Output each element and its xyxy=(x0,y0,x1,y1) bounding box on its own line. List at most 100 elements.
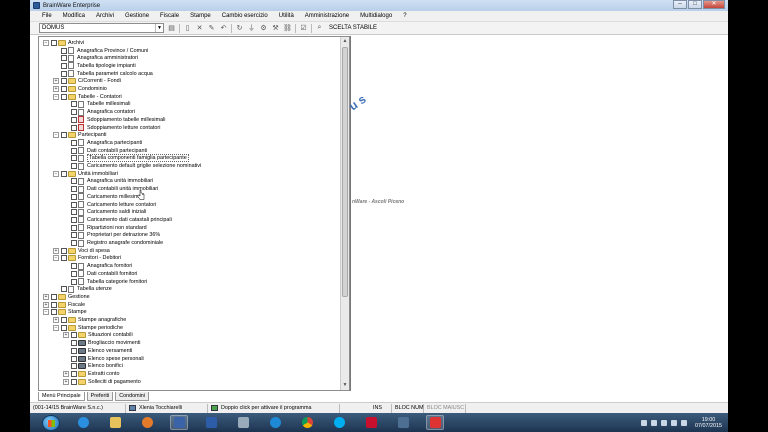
collapse-icon[interactable]: − xyxy=(43,39,49,46)
tree-checkbox[interactable] xyxy=(71,378,77,385)
tree-node[interactable]: + Situazioni contabili xyxy=(63,332,133,340)
tray-volume-icon[interactable] xyxy=(671,419,678,426)
tree-checkbox[interactable] xyxy=(51,293,57,300)
menu-item-help[interactable]: ? xyxy=(403,13,406,19)
tree-checkbox[interactable] xyxy=(71,270,77,277)
tree-checkbox[interactable] xyxy=(71,124,77,131)
tree-checkbox[interactable] xyxy=(61,255,67,262)
menu-item-utilit[interactable]: Utilità xyxy=(279,13,294,19)
tree-node[interactable]: + Solleciti di pagamento xyxy=(63,378,141,386)
tree-node[interactable]: Caricamento saldi iniziali xyxy=(63,208,146,216)
tree-checkbox[interactable] xyxy=(71,232,77,239)
scrollbar-thumb[interactable] xyxy=(342,47,348,297)
tree-checkbox[interactable] xyxy=(61,62,67,69)
tree-checkbox[interactable] xyxy=(71,163,77,170)
tree-checkbox[interactable] xyxy=(71,147,77,154)
taskbar-acrobat-icon[interactable] xyxy=(362,415,380,430)
taskbar-edge-icon[interactable] xyxy=(266,415,284,430)
collapse-icon[interactable]: − xyxy=(53,132,59,139)
tree-checkbox[interactable] xyxy=(71,139,77,146)
taskbar-clock[interactable]: 19:00 07/07/2015 xyxy=(695,417,722,429)
tree-checkbox[interactable] xyxy=(71,109,77,116)
tree-checkbox[interactable] xyxy=(51,309,57,316)
expand-icon[interactable]: + xyxy=(53,78,59,85)
tree-node[interactable]: Caricamento dati catastali principali xyxy=(63,216,172,224)
tree-node[interactable]: + Stampe anagrafiche xyxy=(53,316,126,324)
collapse-icon[interactable]: − xyxy=(53,170,59,177)
tree-checkbox[interactable] xyxy=(71,363,77,370)
undo-icon[interactable]: ↶ xyxy=(219,24,228,33)
tree-node[interactable]: Brogliaccio movimenti xyxy=(63,339,140,347)
chevron-down-icon[interactable]: ▼ xyxy=(155,24,163,32)
tree-node[interactable]: − Stampe periodiche xyxy=(53,324,123,332)
menu-item-multidialogo[interactable]: Multidialogo xyxy=(360,13,392,19)
settings-icon[interactable]: ⚙ xyxy=(259,24,268,33)
tree-node[interactable]: Elenco spese personali xyxy=(63,355,144,363)
tray-flag-icon[interactable] xyxy=(651,419,658,426)
tree-node[interactable]: Elenco bonifici xyxy=(63,362,123,370)
tree-checkbox[interactable] xyxy=(71,240,77,247)
tree-node[interactable]: − Unità immobiliari xyxy=(53,170,118,178)
menu-item-archivi[interactable]: Archivi xyxy=(96,13,114,19)
link-icon[interactable]: ⛓ xyxy=(283,24,292,33)
tab-men-principale[interactable]: Menù Principale xyxy=(38,392,85,401)
tree-node[interactable]: − Archivi xyxy=(43,39,84,47)
minimize-button[interactable]: – xyxy=(673,0,687,9)
taskbar-skype-icon[interactable] xyxy=(330,415,348,430)
tree-checkbox[interactable] xyxy=(71,347,77,354)
tree-node[interactable]: Tabelle millesimali xyxy=(63,100,130,109)
tree-node[interactable]: Anagrafica Province / Comuni xyxy=(53,47,148,55)
tree-node[interactable]: − Tabelle - Contatori xyxy=(53,93,122,101)
tree-node[interactable]: Sdoppiamento letture contatori xyxy=(63,124,160,132)
tree-checkbox[interactable] xyxy=(71,355,77,362)
checklist-icon[interactable]: ☑ xyxy=(299,24,308,33)
tree-checkbox[interactable] xyxy=(71,101,77,108)
tab-condomini[interactable]: Condomini xyxy=(115,392,150,401)
tray-keyboard-icon[interactable] xyxy=(681,419,688,426)
tree-node[interactable]: Tabella categorie fornitori xyxy=(63,278,147,286)
tree-node[interactable]: − Fornitori - Debitori xyxy=(53,255,121,263)
tree-checkbox[interactable] xyxy=(71,178,77,185)
tray-network-icon[interactable] xyxy=(661,419,668,426)
tree-checkbox[interactable] xyxy=(61,317,67,324)
scroll-down-icon[interactable]: ▼ xyxy=(341,381,349,390)
collapse-icon[interactable]: − xyxy=(43,309,49,316)
tree-node[interactable]: Tabella parametri calcolo acqua xyxy=(53,70,153,78)
tree-checkbox[interactable] xyxy=(71,263,77,270)
collapse-icon[interactable]: − xyxy=(53,255,59,262)
tree-node[interactable]: + Estratti conto xyxy=(63,370,119,378)
taskbar-media-icon[interactable] xyxy=(138,415,156,430)
tree-checkbox[interactable] xyxy=(71,193,77,200)
tree-node[interactable]: Anagrafica fornitori xyxy=(63,262,132,270)
tools-icon[interactable]: ⚒ xyxy=(271,24,280,33)
expand-icon[interactable]: + xyxy=(53,317,59,324)
tab-preferiti[interactable]: Preferiti xyxy=(86,392,114,401)
tree-checkbox[interactable] xyxy=(61,247,67,254)
scroll-up-icon[interactable]: ▲ xyxy=(341,37,349,46)
tree-node[interactable]: Tabella utenze xyxy=(53,285,112,293)
tree-node[interactable]: Anagrafica contatori xyxy=(63,108,135,116)
tree-node[interactable]: Anagrafica unità immobiliari xyxy=(63,177,153,186)
tree-node[interactable]: Anagrafica partecipanti xyxy=(63,139,142,147)
tree-checkbox[interactable] xyxy=(71,201,77,208)
filter-icon[interactable]: ⏚ xyxy=(247,24,256,33)
stabile-combo[interactable]: DOMUS ▼ xyxy=(39,23,164,33)
expand-icon[interactable]: + xyxy=(53,247,59,254)
expand-icon[interactable]: + xyxy=(43,293,49,300)
taskbar-recorder-icon[interactable] xyxy=(426,415,444,430)
tree-checkbox[interactable] xyxy=(51,301,57,308)
expand-icon[interactable]: + xyxy=(53,86,59,93)
tree-node[interactable]: Caricamento millesimi xyxy=(63,193,140,201)
tree-node[interactable]: Dati contabili partecipanti xyxy=(63,147,147,155)
tree-node[interactable]: Tabella tipologie impianti xyxy=(53,62,136,70)
tree-checkbox[interactable] xyxy=(71,370,77,377)
tree-checkbox[interactable] xyxy=(61,78,67,85)
expand-icon[interactable]: + xyxy=(63,370,69,377)
edit-icon[interactable]: ✎ xyxy=(207,24,216,33)
tree-checkbox[interactable] xyxy=(71,209,77,216)
print-icon[interactable]: ▤ xyxy=(167,24,176,33)
menu-item-gestione[interactable]: Gestione xyxy=(125,13,149,19)
refresh-icon[interactable]: ↻ xyxy=(235,24,244,33)
tree-node[interactable]: − Partecipanti xyxy=(53,131,106,139)
tree-node[interactable]: + C/Correnti - Fondi xyxy=(53,78,121,86)
